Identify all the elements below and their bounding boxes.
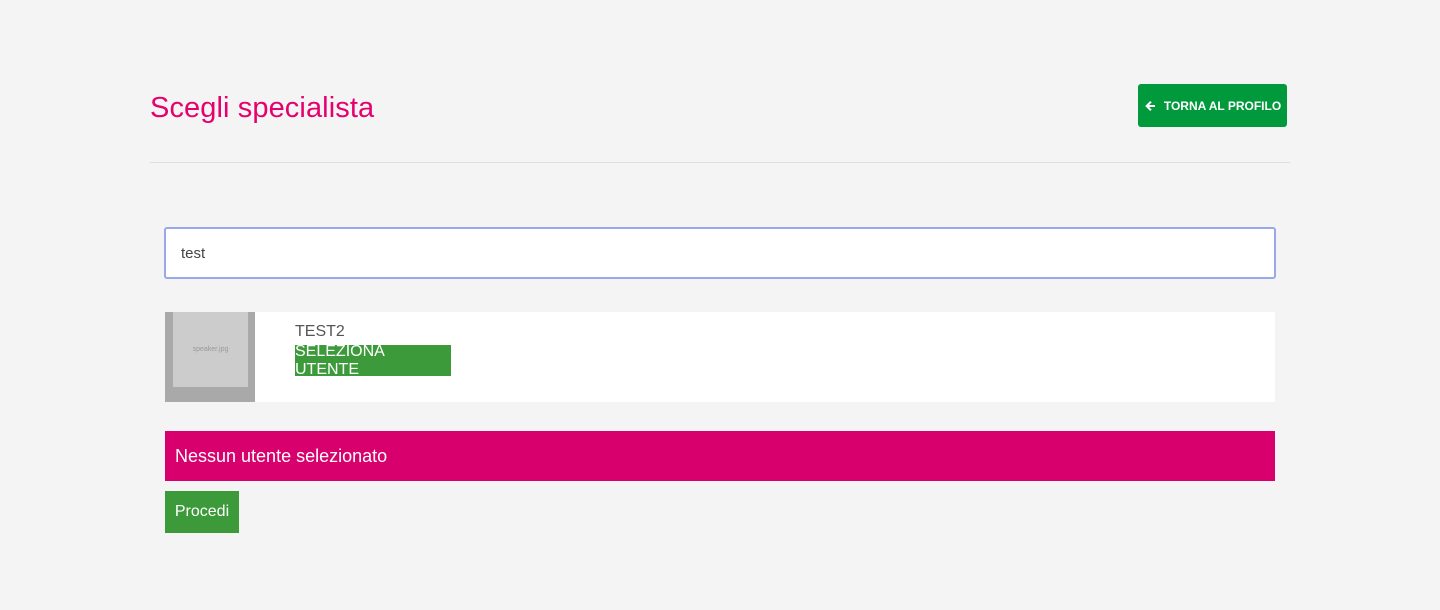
- page: Scegli specialista TORNA AL PROFILO spea…: [0, 0, 1440, 610]
- result-card: speaker.jpg TEST2 SELEZIONA UTENTE: [165, 312, 1275, 402]
- status-bar: Nessun utente selezionato: [165, 431, 1275, 481]
- avatar-image: speaker.jpg: [173, 312, 248, 387]
- back-to-profile-button[interactable]: TORNA AL PROFILO: [1138, 84, 1287, 127]
- avatar: speaker.jpg: [165, 312, 255, 402]
- proceed-button[interactable]: Procedi: [165, 491, 239, 533]
- arrow-left-icon: [1144, 100, 1156, 112]
- status-message: Nessun utente selezionato: [175, 445, 388, 466]
- back-button-label: TORNA AL PROFILO: [1163, 98, 1282, 113]
- search-input[interactable]: [164, 227, 1276, 279]
- page-title: Scegli specialista: [150, 92, 375, 124]
- select-user-button[interactable]: SELEZIONA UTENTE: [295, 343, 451, 378]
- header-divider: [150, 162, 1290, 163]
- avatar-alt-text: speaker.jpg: [192, 346, 229, 353]
- user-name: TEST2: [295, 323, 345, 340]
